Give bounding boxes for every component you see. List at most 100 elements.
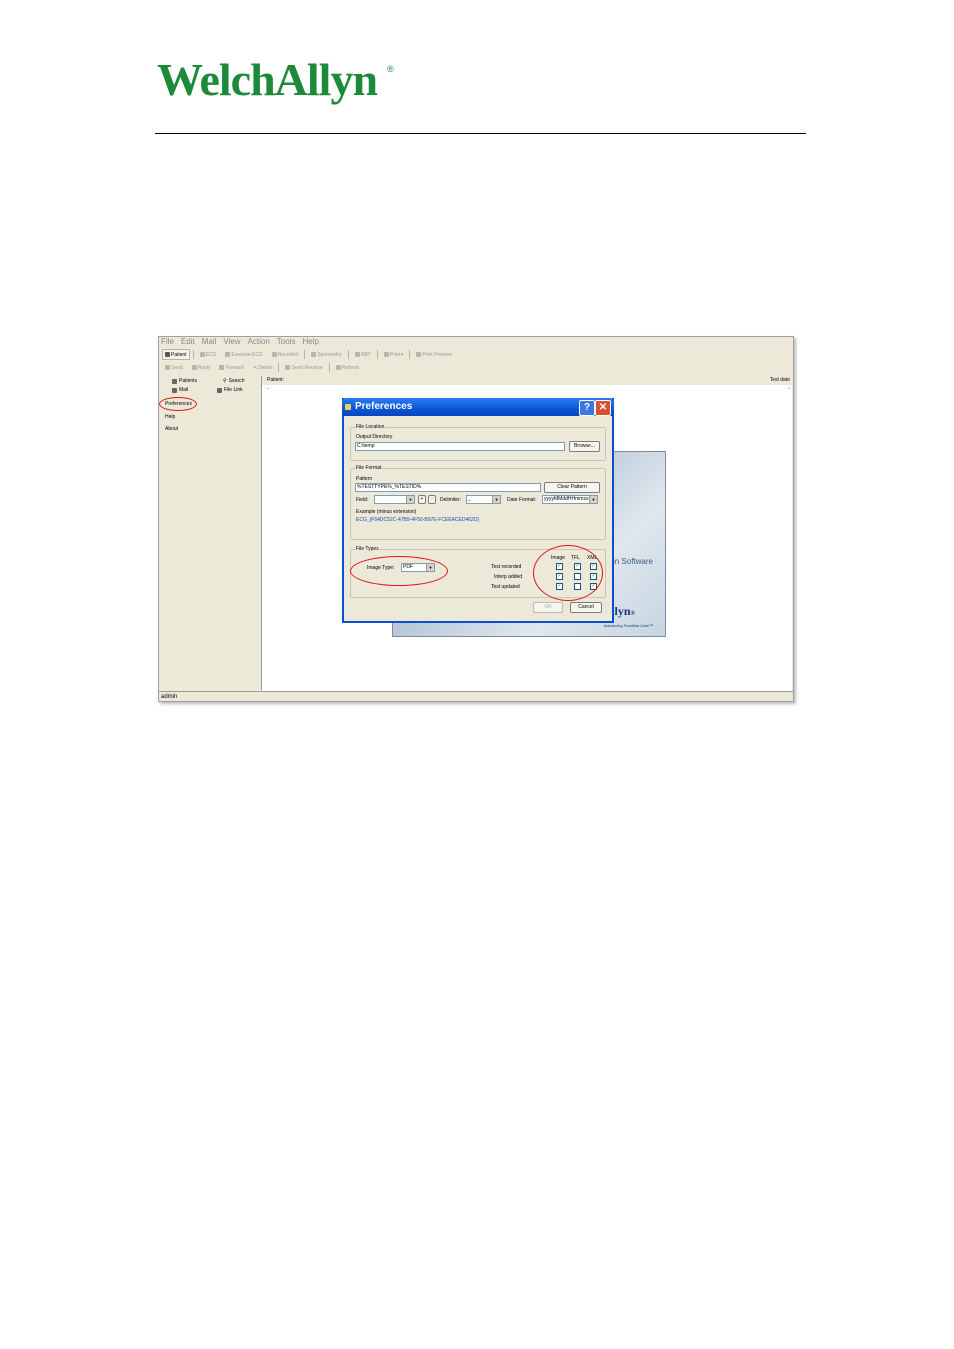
- mail-icon: [172, 387, 177, 393]
- preferences-dialog: Preferences ? ✕ File Location Output Dir…: [342, 398, 614, 623]
- file-location-label: File Location: [355, 424, 386, 430]
- ecg-button[interactable]: ECG: [197, 349, 220, 360]
- menu-file[interactable]: File: [161, 337, 174, 347]
- annotation-circle-image-type: [350, 556, 448, 586]
- search-icon: ⚲: [223, 378, 227, 384]
- header-rule: [155, 133, 806, 134]
- close-button[interactable]: ✕: [595, 400, 611, 416]
- nav-mail[interactable]: Mail: [172, 387, 188, 393]
- splash-software-text: on Software: [610, 557, 653, 566]
- send-receive-button[interactable]: Send Receive: [282, 362, 325, 373]
- menu-action[interactable]: Action: [248, 337, 270, 347]
- chevron-down-icon: ▼: [492, 496, 500, 503]
- field-label: Field:: [356, 497, 369, 503]
- menu-tools[interactable]: Tools: [277, 337, 296, 347]
- file-location-group: File Location Output Directory C:\temp B…: [350, 424, 606, 461]
- abp-icon: [354, 352, 360, 357]
- abp-button[interactable]: ABP: [352, 349, 374, 360]
- row-label-interp-added: Interp added: [494, 574, 523, 580]
- date-format-select[interactable]: yyyyMMddHHmmss ▼: [542, 495, 598, 504]
- output-directory-label: Output Directory: [356, 434, 393, 440]
- menu-bar: File Edit Mail View Action Tools Help: [161, 337, 319, 347]
- browse-button[interactable]: Browse...: [569, 441, 600, 452]
- about-link[interactable]: About: [165, 426, 178, 432]
- ok-button[interactable]: OK: [533, 602, 563, 613]
- spirometry-button[interactable]: Spirometry: [308, 349, 344, 360]
- welch-allyn-logo: WelchAllyn ®: [157, 52, 397, 112]
- send-icon: [165, 365, 170, 370]
- send-button[interactable]: Send: [162, 362, 186, 373]
- forward-button[interactable]: Forward: [216, 362, 246, 373]
- dialog-title: Preferences: [355, 401, 413, 412]
- splash-logo: llyn®: [611, 604, 635, 618]
- file-format-group: File Format Pattern %TESTTYPE%_%TESTID% …: [350, 465, 606, 540]
- patient-value: -: [267, 386, 269, 392]
- delete-icon: ✕: [252, 364, 258, 371]
- lungs-icon: [311, 352, 317, 357]
- annotation-circle-preferences: [159, 397, 197, 411]
- file-format-label: File Format: [355, 465, 383, 471]
- exercise-ecg-button[interactable]: Exercise ECG: [222, 349, 265, 360]
- file-link-icon: [217, 387, 222, 393]
- recollect-icon: [271, 352, 277, 357]
- preview-icon: [416, 352, 422, 357]
- logo-text: WelchAllyn: [157, 54, 378, 105]
- status-bar: admin: [159, 691, 793, 701]
- help-link[interactable]: Help: [165, 414, 175, 420]
- toolbar-mail: Send Reply Forward ✕ Delete Send Receive …: [162, 362, 362, 373]
- chevron-down-icon: ▼: [589, 496, 597, 503]
- patient-button[interactable]: Patient: [162, 349, 190, 360]
- status-user: admin: [161, 694, 178, 700]
- help-button[interactable]: ?: [579, 400, 595, 416]
- toolbar-main: Patient ECG Exercise ECG Recollect Spiro…: [162, 349, 455, 360]
- file-types-label: File Types: [355, 546, 380, 552]
- row-label-test-recorded: Test recorded: [491, 564, 522, 570]
- forward-icon: [219, 365, 225, 370]
- date-format-label: Date Format:: [507, 497, 537, 503]
- app-icon: [345, 404, 351, 410]
- delete-button[interactable]: ✕ Delete: [250, 362, 276, 373]
- menu-help[interactable]: Help: [302, 337, 318, 347]
- nav-patients[interactable]: Patients: [172, 378, 197, 384]
- annotation-circle-checkboxes: [533, 545, 603, 601]
- delimiter-label: Delimiter:: [440, 497, 462, 503]
- chevron-down-icon: ▼: [406, 496, 414, 503]
- recollect-button[interactable]: Recollect: [269, 349, 302, 360]
- pattern-input[interactable]: %TESTTYPE%_%TESTID%: [355, 483, 541, 492]
- menu-edit[interactable]: Edit: [181, 337, 195, 347]
- print-button[interactable]: Print ▾: [381, 349, 407, 360]
- left-pane: [159, 376, 262, 690]
- nav-search[interactable]: ⚲ Search: [223, 378, 245, 384]
- patient-label: Patient:: [267, 377, 284, 383]
- menu-view[interactable]: View: [223, 337, 240, 347]
- splash-tagline: Advancing Frontline Care™: [603, 623, 653, 628]
- reply-icon: [191, 365, 197, 370]
- send-receive-icon: [285, 365, 291, 370]
- delimiter-select[interactable]: _ ▼: [466, 495, 501, 504]
- logo-registered-mark: ®: [387, 64, 394, 74]
- app-screenshot: File Edit Mail View Action Tools Help Pa…: [158, 336, 794, 702]
- print-preview-button[interactable]: Print Preview: [413, 349, 454, 360]
- menu-mail[interactable]: Mail: [202, 337, 217, 347]
- ecg-icon: [199, 352, 205, 357]
- patient-icon: [165, 352, 170, 357]
- remove-field-button[interactable]: -: [428, 495, 436, 504]
- add-field-button[interactable]: +: [418, 495, 426, 504]
- printer-icon: [383, 352, 389, 357]
- dialog-titlebar[interactable]: Preferences ? ✕: [342, 398, 614, 416]
- test-date-value: -: [788, 386, 790, 392]
- cancel-button[interactable]: Cancel: [570, 602, 602, 613]
- example-label: Example (minus extension): [356, 509, 417, 515]
- nav-file-link[interactable]: File Link: [217, 387, 243, 393]
- refresh-icon: [335, 365, 341, 370]
- test-date-label: Test date: [769, 377, 790, 383]
- reply-button[interactable]: Reply: [189, 362, 214, 373]
- field-select[interactable]: ▼: [374, 495, 415, 504]
- clear-pattern-button[interactable]: Clear Pattern: [544, 482, 600, 493]
- refresh-button[interactable]: Refresh: [333, 362, 363, 373]
- example-value: ECG_{F54DC52C-47B9-4F50-B97E-FCEEACED462…: [356, 517, 480, 523]
- nav-tabs: Patients ⚲ Search Mail File Link: [159, 377, 261, 397]
- pattern-label: Pattern: [356, 476, 373, 482]
- output-directory-input[interactable]: C:\temp: [355, 442, 565, 451]
- exercise-icon: [225, 352, 231, 357]
